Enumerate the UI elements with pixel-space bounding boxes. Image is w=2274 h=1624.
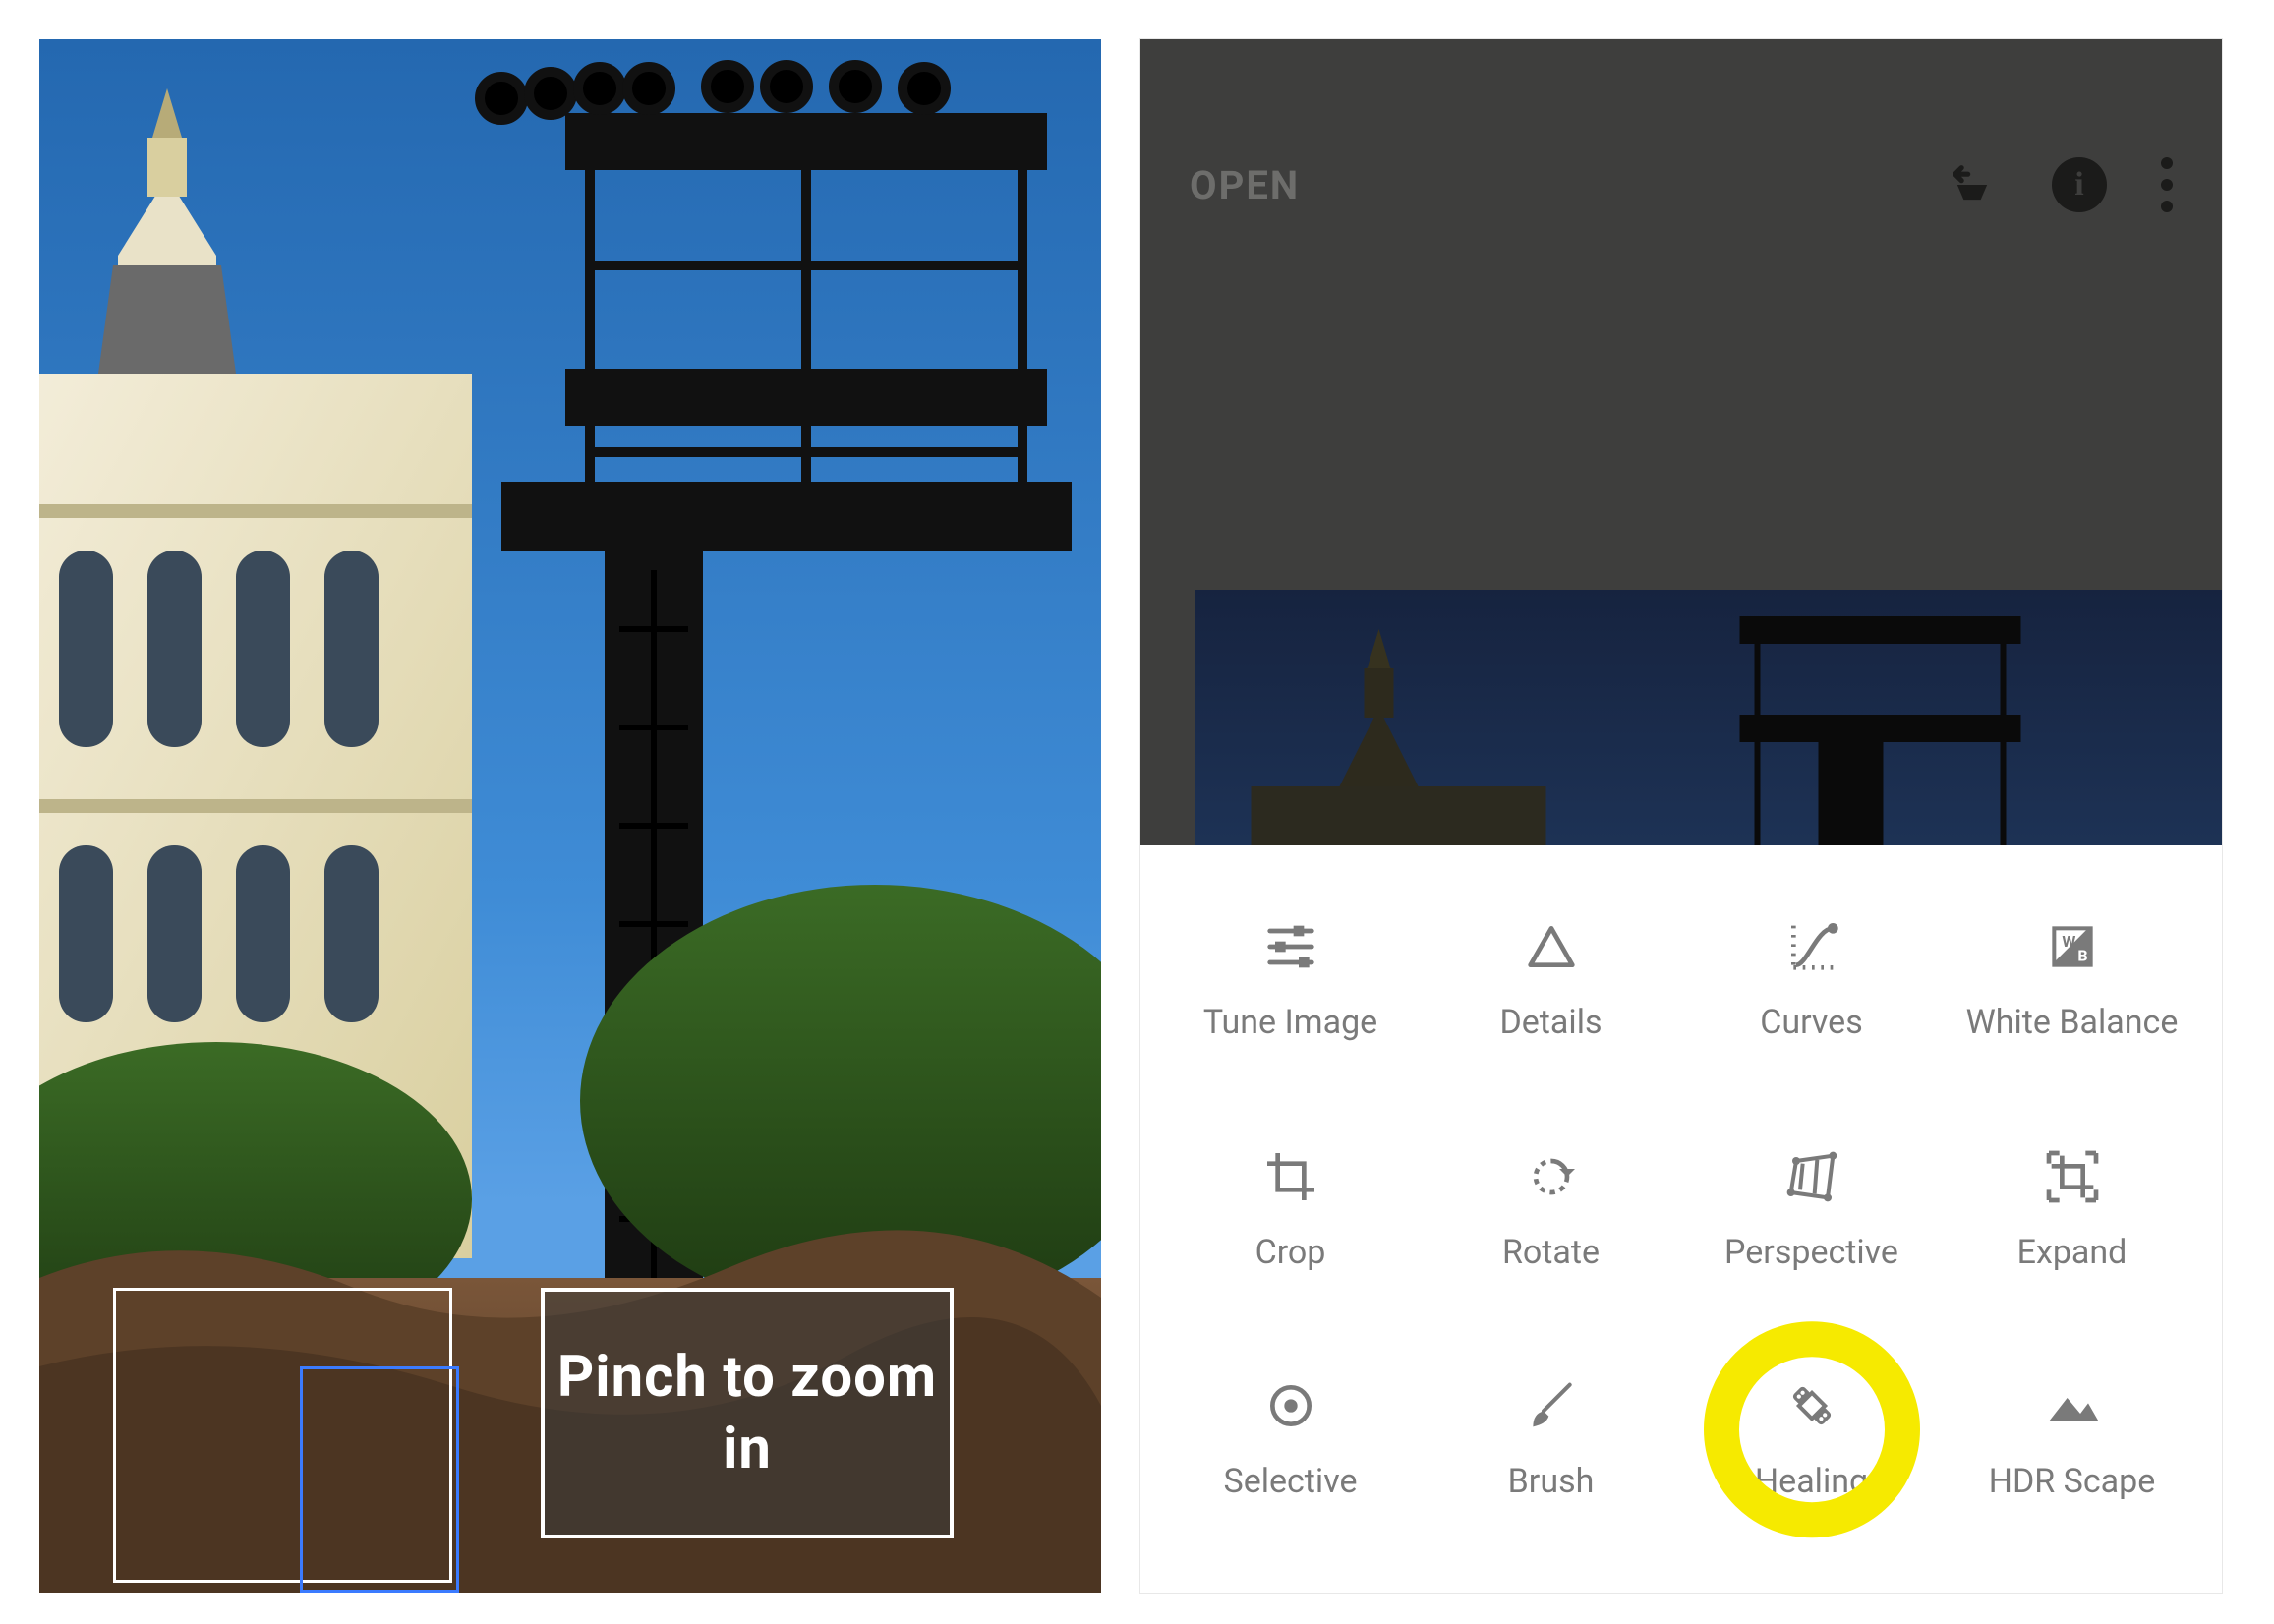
tools-grid: Tune Image Details Curves W B: [1140, 845, 2222, 1593]
svg-text:W: W: [2062, 932, 2075, 951]
pinch-zoom-hint: Pinch to zoom in: [541, 1288, 954, 1538]
undo-stack-icon[interactable]: [1947, 159, 1998, 210]
hdr-scape-icon: [2041, 1374, 2104, 1437]
tool-label: Tune Image: [1203, 1002, 1377, 1044]
tool-selective[interactable]: Selective: [1160, 1324, 1421, 1553]
tool-healing[interactable]: Healing: [1681, 1324, 1942, 1553]
tool-label: HDR Scape: [1989, 1461, 2156, 1503]
svg-text:B: B: [2077, 947, 2087, 965]
tune-icon: [1259, 915, 1322, 978]
rotate-icon: [1520, 1145, 1583, 1208]
expand-icon: [2041, 1145, 2104, 1208]
tool-label: Perspective: [1724, 1232, 1898, 1274]
tool-curves[interactable]: Curves: [1681, 865, 1942, 1094]
tool-tune-image[interactable]: Tune Image: [1160, 865, 1421, 1094]
healing-icon: [1780, 1374, 1843, 1437]
tool-label: Details: [1499, 1002, 1602, 1044]
tool-label: Rotate: [1502, 1232, 1600, 1274]
tool-label: Crop: [1255, 1232, 1326, 1274]
tool-label: Curves: [1760, 1002, 1863, 1044]
tool-label: Brush: [1508, 1461, 1595, 1503]
curves-icon: [1780, 915, 1843, 978]
tool-hdr-scape[interactable]: HDR Scape: [1942, 1324, 2202, 1553]
tool-expand[interactable]: Expand: [1942, 1094, 2202, 1323]
pinch-zoom-hint-text: Pinch to zoom in: [545, 1342, 950, 1484]
brush-icon: [1520, 1374, 1583, 1437]
tool-crop[interactable]: Crop: [1160, 1094, 1421, 1323]
tool-details[interactable]: Details: [1421, 865, 1681, 1094]
white-balance-icon: W B: [2041, 915, 2104, 978]
details-icon: [1520, 915, 1583, 978]
selection-box-active: [300, 1366, 459, 1593]
tool-label: White Balance: [1966, 1002, 2179, 1044]
more-options-icon[interactable]: [2161, 157, 2173, 212]
tool-brush[interactable]: Brush: [1421, 1324, 1681, 1553]
selective-icon: [1259, 1374, 1322, 1437]
open-button[interactable]: OPEN: [1190, 162, 1300, 208]
tool-perspective[interactable]: Perspective: [1681, 1094, 1942, 1323]
top-bar-actions: i: [1947, 157, 2173, 212]
perspective-icon: [1780, 1145, 1843, 1208]
photo-thumbnail[interactable]: [1195, 590, 2222, 845]
editor-top-area: OPEN i: [1140, 39, 2222, 845]
left-photo-preview: Pinch to zoom in: [39, 39, 1101, 1593]
tool-label: Healing: [1755, 1461, 1868, 1503]
crop-icon: [1259, 1145, 1322, 1208]
tool-rotate[interactable]: Rotate: [1421, 1094, 1681, 1323]
tool-label: Expand: [2017, 1232, 2128, 1274]
editor-top-bar: OPEN i: [1140, 157, 2222, 212]
info-icon[interactable]: i: [2052, 157, 2107, 212]
tool-label: Selective: [1224, 1461, 1358, 1503]
tool-white-balance[interactable]: W B White Balance: [1942, 865, 2202, 1094]
editor-panel: OPEN i: [1140, 39, 2222, 1593]
